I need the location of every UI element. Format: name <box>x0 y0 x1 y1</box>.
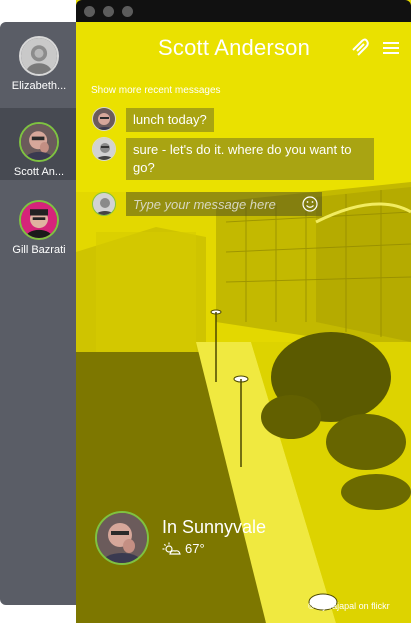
smiley-icon[interactable] <box>302 196 318 212</box>
contacts-sidebar: Elizabeth... Scott An... Gill Bazrati <box>0 22 80 605</box>
chat-window: Scott Anderson Show more recent messages… <box>76 0 411 623</box>
zoom-window-button[interactable] <box>122 6 133 17</box>
contact-gill[interactable]: Gill Bazrati <box>0 186 78 258</box>
contact-location-avatar <box>95 511 149 565</box>
person-avatar-icon <box>21 202 57 238</box>
contact-avatar <box>19 200 59 240</box>
message-avatar <box>92 107 116 131</box>
partly-sunny-icon <box>162 542 181 555</box>
contact-name: Scott An... <box>13 166 65 178</box>
message-avatar <box>92 137 116 161</box>
contact-scott[interactable]: Scott An... <box>0 108 78 180</box>
temperature: 67° <box>185 541 205 556</box>
window-titlebar <box>76 0 411 22</box>
person-avatar-icon <box>97 513 147 563</box>
paperclip-icon[interactable] <box>350 38 372 58</box>
message-compose <box>126 192 322 216</box>
contact-avatar <box>19 122 59 162</box>
location-city: In Sunnyvale <box>162 517 267 537</box>
photo-credit[interactable]: © by rajapal on flickr <box>308 601 390 611</box>
message-bubble: sure - let's do it. where do you want to… <box>126 138 374 180</box>
my-avatar <box>92 192 116 216</box>
contact-avatar <box>19 36 59 76</box>
message-bubble: lunch today? <box>126 108 214 132</box>
minimize-window-button[interactable] <box>103 6 114 17</box>
conversation-title: Scott Anderson <box>158 35 311 60</box>
person-avatar-icon <box>21 38 57 74</box>
show-more-messages-link[interactable]: Show more recent messages <box>91 85 221 96</box>
message-input[interactable] <box>126 196 296 212</box>
contact-elizabeth[interactable]: Elizabeth... <box>0 22 78 94</box>
hamburger-menu-icon[interactable] <box>381 38 403 58</box>
weather-readout: 67° <box>162 541 205 556</box>
close-window-button[interactable] <box>84 6 95 17</box>
person-avatar-icon <box>21 124 57 160</box>
contact-name: Gill Bazrati <box>12 244 66 256</box>
contact-name: Elizabeth... <box>11 80 67 92</box>
